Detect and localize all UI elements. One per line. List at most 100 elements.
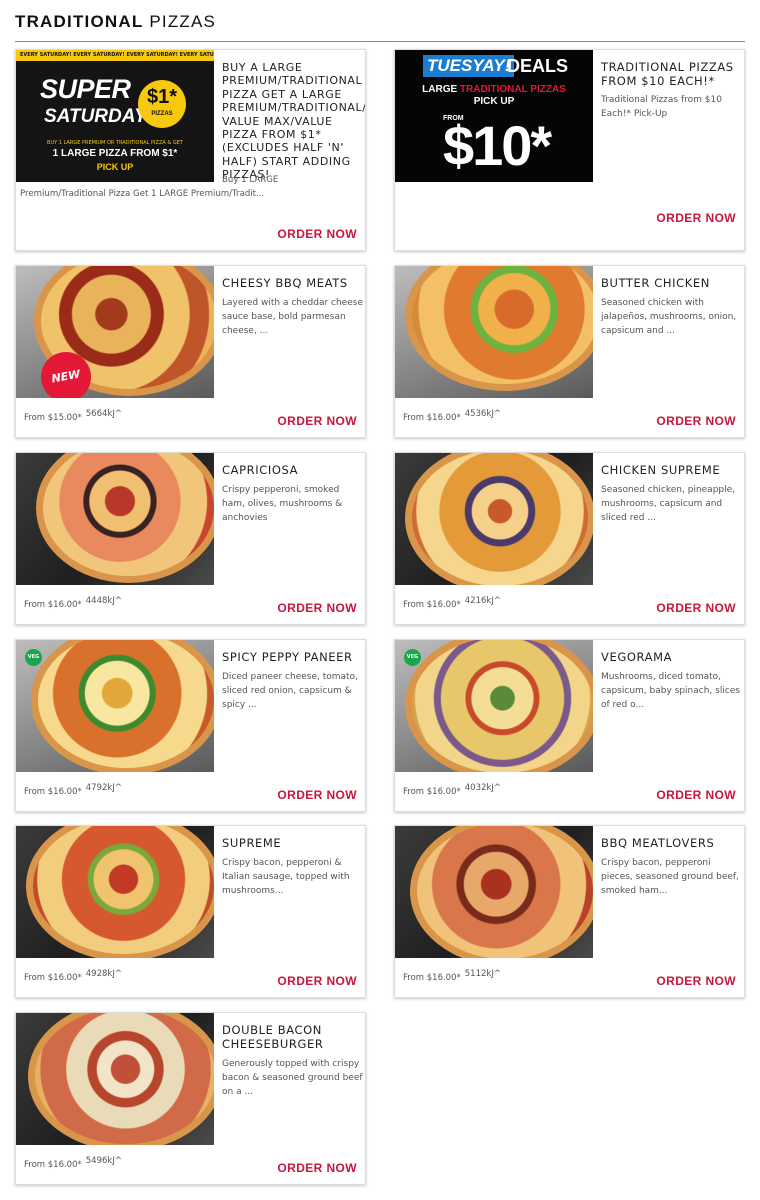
price-info: From $16.00* 4032kJ^	[403, 783, 501, 797]
card-desc: Mushrooms, diced tomato, capsicum, baby …	[601, 672, 740, 710]
card-desc: Crispy bacon, pepperoni & Italian sausag…	[222, 858, 350, 896]
promo-card-tuesyay[interactable]: TUESYAY! DEALS LARGE TRADITIONAL PIZZAS …	[394, 49, 745, 251]
card-title: BBQ MEATLOVERS	[601, 836, 715, 850]
card-title: SPICY PEPPY PANEER	[222, 650, 353, 664]
kj-value: 4536kJ^	[464, 409, 501, 419]
banner-price: $1*	[146, 86, 178, 108]
price-info: From $16.00* 4928kJ^	[24, 969, 122, 983]
price-info: From $16.00* 4448kJ^	[24, 596, 122, 610]
card-title: CHEESY BBQ MEATS	[222, 276, 348, 290]
card-title: DOUBLE BACON CHEESEBURGER	[222, 1023, 324, 1051]
price: From $16.00*	[24, 1160, 82, 1170]
pizza-card-capriciosa[interactable]: CAPRICIOSA Crispy pepperoni, smoked ham,…	[15, 452, 366, 625]
banner-saturday: SATURDAY	[44, 106, 147, 127]
price: From $16.00*	[24, 787, 82, 797]
banner-price-sub: PIZZAS	[151, 111, 173, 117]
pizza-card-chicken-supreme[interactable]: CHICKEN SUPREME Seasoned chicken, pineap…	[394, 452, 745, 625]
kj-value: 5112kJ^	[464, 969, 501, 979]
price: From $16.00*	[403, 413, 461, 423]
pizza-card-spicy-peppy-paneer[interactable]: VEG SPICY PEPPY PANEER Diced paneer chee…	[15, 639, 366, 812]
pizza-image	[16, 453, 214, 585]
price-info: From $16.00* 5496kJ^	[24, 1156, 122, 1170]
price-info: From $16.00* 5112kJ^	[403, 969, 501, 983]
order-now-button[interactable]: ORDER NOW	[277, 974, 357, 988]
pizza-image: NEW	[16, 266, 214, 398]
price: From $16.00*	[403, 787, 461, 797]
order-now-button[interactable]: ORDER NOW	[656, 211, 736, 225]
pizza-image: VEG	[16, 640, 214, 772]
section-title: TRADITIONAL PIZZAS	[15, 12, 216, 32]
card-title: SUPREME	[222, 836, 282, 850]
banner-price: $10*	[443, 114, 552, 177]
pizza-shape	[405, 266, 593, 391]
card-title: VEGORAMA	[601, 650, 673, 664]
kj-value: 4448kJ^	[85, 596, 122, 606]
card-title: TRADITIONAL PIZZAS FROM $10 EACH!*	[601, 60, 734, 88]
price: From $16.00*	[403, 600, 461, 610]
banner-pickup: PICK UP	[473, 96, 515, 107]
card-desc: Buy 1 LARGE Premium/Traditional Pizza Ge…	[20, 175, 279, 199]
banner-super: SUPER	[40, 74, 131, 104]
pizza-card-double-bacon-cheeseburger[interactable]: DOUBLE BACON CHEESEBURGER Generously top…	[15, 1012, 366, 1185]
kj-value: 4928kJ^	[85, 969, 122, 979]
banner-large-red: TRADITIONAL PIZZAS	[459, 84, 566, 95]
pizza-card-butter-chicken[interactable]: BUTTER CHICKEN Seasoned chicken with jal…	[394, 265, 745, 438]
price: From $15.00*	[24, 413, 82, 423]
order-now-button[interactable]: ORDER NOW	[656, 974, 736, 988]
card-desc: Generously topped with crispy bacon & se…	[222, 1059, 363, 1097]
banner-tues: TUESYAY!	[423, 55, 515, 77]
promo-banner-super-saturday: EVERY SATURDAY! EVERY SATURDAY! EVERY SA…	[16, 50, 214, 182]
kj-value: 4792kJ^	[85, 783, 122, 793]
kj-value: 4216kJ^	[464, 596, 501, 606]
section-divider	[15, 41, 745, 42]
order-now-button[interactable]: ORDER NOW	[277, 414, 357, 428]
banner-large-line: LARGE TRADITIONAL PIZZAS	[395, 84, 593, 95]
price: From $16.00*	[403, 973, 461, 983]
price: From $16.00*	[24, 600, 82, 610]
veg-badge: VEG	[404, 649, 421, 666]
veg-badge: VEG	[25, 649, 42, 666]
banner-price-badge: $1* PIZZAS	[138, 80, 186, 128]
pizza-shape	[405, 453, 593, 585]
card-title: BUTTER CHICKEN	[601, 276, 710, 290]
banner-pickup: PICK UP	[96, 162, 134, 172]
section-title-strong: TRADITIONAL	[15, 12, 144, 31]
price-info: From $16.00* 4792kJ^	[24, 783, 122, 797]
order-now-button[interactable]: ORDER NOW	[277, 601, 357, 615]
card-title: CHICKEN SUPREME	[601, 463, 721, 477]
card-desc: Seasoned chicken, pineapple, mushrooms, …	[601, 485, 736, 523]
price-info: From $16.00* 4216kJ^	[403, 596, 501, 610]
order-now-button[interactable]: ORDER NOW	[656, 601, 736, 615]
pizza-shape	[26, 826, 214, 958]
pizza-shape	[31, 640, 214, 772]
order-now-button[interactable]: ORDER NOW	[656, 414, 736, 428]
order-now-button[interactable]: ORDER NOW	[277, 227, 357, 241]
price-info: From $16.00* 4536kJ^	[403, 409, 501, 423]
pizza-image	[395, 266, 593, 398]
pizza-card-cheesy-bbq-meats[interactable]: NEW CHEESY BBQ MEATS Layered with a ched…	[15, 265, 366, 438]
card-desc: Traditional Pizzas from $10 Each!* Pick-…	[601, 95, 722, 119]
order-now-button[interactable]: ORDER NOW	[277, 1161, 357, 1175]
banner-deals: DEALS	[507, 56, 569, 76]
promo-card-super-saturday[interactable]: EVERY SATURDAY! EVERY SATURDAY! EVERY SA…	[15, 49, 366, 251]
pizza-shape	[36, 453, 214, 583]
card-desc: Crispy pepperoni, smoked ham, olives, mu…	[222, 485, 343, 523]
kj-value: 4032kJ^	[464, 783, 501, 793]
order-now-button[interactable]: ORDER NOW	[277, 788, 357, 802]
pizza-card-vegorama[interactable]: VEG VEGORAMA Mushrooms, diced tomato, ca…	[394, 639, 745, 812]
kj-value: 5496kJ^	[85, 1156, 122, 1166]
pizza-card-supreme[interactable]: SUPREME Crispy bacon, pepperoni & Italia…	[15, 825, 366, 998]
section-title-light: PIZZAS	[149, 12, 217, 31]
card-desc: Diced paneer cheese, tomato, sliced red …	[222, 672, 358, 710]
pizza-card-bbq-meatlovers[interactable]: BBQ MEATLOVERS Crispy bacon, pepperoni p…	[394, 825, 745, 998]
pizza-image: VEG	[395, 640, 593, 772]
card-desc: Layered with a cheddar cheese sauce base…	[222, 298, 363, 336]
banner-offer-line: 1 LARGE PIZZA FROM $1*	[52, 148, 178, 159]
card-desc: Seasoned chicken with jalapeños, mushroo…	[601, 298, 737, 336]
card-title: CAPRICIOSA	[222, 463, 299, 477]
order-now-button[interactable]: ORDER NOW	[656, 788, 736, 802]
kj-value: 5664kJ^	[85, 409, 122, 419]
banner-large-prefix: LARGE	[422, 84, 458, 95]
pizza-image	[16, 1013, 214, 1145]
pizza-image	[395, 453, 593, 585]
